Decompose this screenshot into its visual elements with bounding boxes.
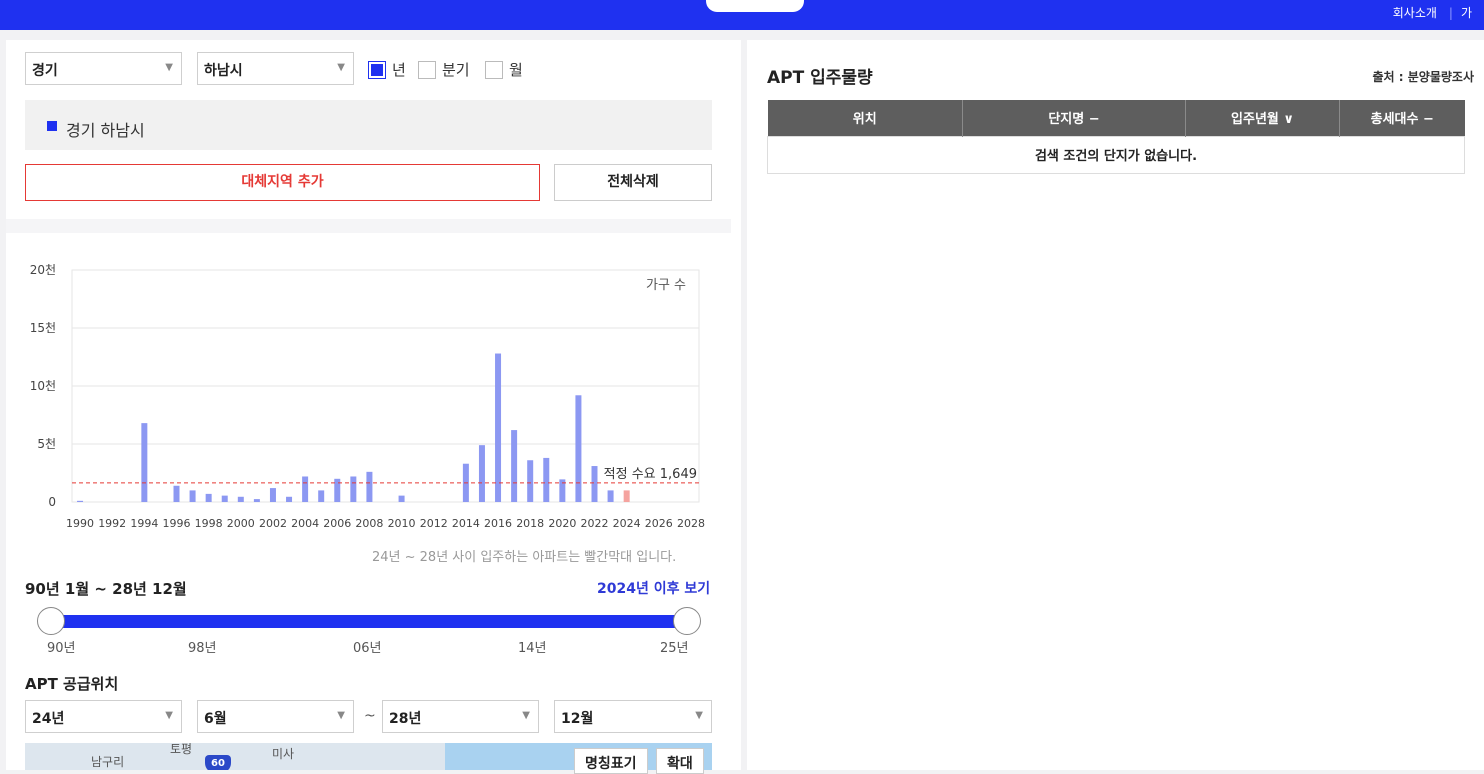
bar-1999	[221, 495, 228, 502]
to-year-value: 28년	[389, 711, 422, 727]
range-label: 90년 1월 ~ 28년 12월	[25, 580, 187, 598]
y-tick-label: 5천	[37, 436, 56, 451]
view-after-2024-link[interactable]: 2024년 이후 보기	[597, 578, 710, 598]
bar-2018	[527, 460, 534, 502]
slider-tick-label: 14년	[518, 641, 547, 656]
x-tick-label: 2020	[548, 517, 576, 530]
x-tick-label: 1996	[163, 517, 191, 530]
x-tick-label: 2028	[677, 517, 705, 530]
x-tick-label: 2014	[452, 517, 480, 530]
bar-1990	[77, 500, 84, 502]
slider-tick-label: 98년	[188, 641, 217, 656]
y-tick-label: 20천	[30, 262, 56, 277]
name-toggle-button[interactable]: 명칭표기	[574, 748, 648, 774]
range-separator: ~	[364, 708, 376, 724]
company-intro-link[interactable]: 회사소개	[1393, 6, 1437, 20]
from-year-value: 24년	[32, 711, 65, 727]
range-slider-start-handle[interactable]	[37, 607, 65, 635]
x-tick-label: 2026	[645, 517, 673, 530]
x-tick-label: 2022	[581, 517, 609, 530]
map-place-label: 미사	[272, 747, 295, 761]
bar-2024	[623, 490, 630, 502]
bar-1997	[189, 490, 196, 502]
bar-1996	[173, 485, 180, 502]
occupancy-table: 위치 단지명 − 입주년월 ∨ 총세대수 − 검색 조건의 단지가 없습니다.	[767, 100, 1465, 174]
range-slider-end-handle[interactable]	[673, 607, 701, 635]
chart-unit-label: 가구 수	[646, 278, 686, 293]
chart-note: 24년 ~ 28년 사이 입주하는 아파트는 빨간막대 입니다.	[372, 550, 677, 565]
bar-2007	[350, 476, 357, 502]
column-header-location[interactable]: 위치	[767, 100, 963, 136]
bar-2022	[591, 466, 598, 502]
from-year-select[interactable]: 24년 ▼	[25, 700, 182, 733]
x-tick-label: 2008	[355, 517, 383, 530]
bar-2006	[334, 478, 341, 502]
reference-line-label: 적정 수요 1,649	[604, 467, 697, 482]
x-tick-label: 2012	[420, 517, 448, 530]
x-tick-label: 2018	[516, 517, 544, 530]
header-link-2[interactable]: 가	[1461, 6, 1472, 20]
x-tick-label: 2002	[259, 517, 287, 530]
bar-2000	[237, 496, 244, 502]
map-place-label: 남구리	[91, 755, 125, 769]
right-panel: APT 입주물량 출처 : 분양물량조사 위치 단지명 − 입주년월 ∨ 총세대…	[747, 40, 1484, 770]
x-tick-label: 1998	[195, 517, 223, 530]
slider-tick-label: 06년	[353, 641, 382, 656]
bar-2015	[478, 445, 485, 502]
column-header-complex-name[interactable]: 단지명 −	[962, 100, 1186, 136]
x-tick-label: 1990	[66, 517, 94, 530]
y-tick-label: 0	[48, 495, 56, 509]
data-source-label: 출처 : 분양물량조사	[1372, 70, 1474, 84]
x-tick-label: 1994	[130, 517, 158, 530]
range-slider-track[interactable]	[50, 615, 688, 628]
chevron-down-icon: ▼	[695, 710, 703, 721]
x-tick-label: 2004	[291, 517, 319, 530]
bar-2001	[253, 499, 260, 502]
bar-2008	[366, 471, 373, 502]
x-tick-label: 2024	[613, 517, 641, 530]
chevron-down-icon: ▼	[522, 710, 530, 721]
occupancy-title: APT 입주물량	[767, 68, 873, 88]
from-month-value: 6월	[204, 711, 227, 727]
bar-2016	[495, 353, 502, 502]
bar-2005	[318, 490, 325, 502]
chevron-down-icon: ▼	[337, 710, 345, 721]
bar-2010	[398, 495, 405, 502]
slider-tick-label: 25년	[660, 641, 689, 656]
map-place-label: 토평	[170, 743, 193, 756]
slider-tick-label: 90년	[47, 641, 76, 656]
x-tick-label: 1992	[98, 517, 126, 530]
highway-shield-icon: 60	[205, 755, 231, 770]
empty-table-message: 검색 조건의 단지가 없습니다.	[767, 135, 1465, 174]
y-tick-label: 10천	[30, 378, 56, 393]
map-zoom-button[interactable]: 확대	[656, 748, 704, 774]
from-month-select[interactable]: 6월 ▼	[197, 700, 354, 733]
to-year-select[interactable]: 28년 ▼	[382, 700, 539, 733]
to-month-value: 12월	[561, 711, 594, 727]
occupancy-bar-chart: 적정 수요 1,649 20천 15천 10천 5천 0 1990 1992 1994 199…	[30, 262, 705, 530]
x-tick-label: 2016	[484, 517, 512, 530]
column-header-move-in-date[interactable]: 입주년월 ∨	[1185, 100, 1340, 136]
bar-2019	[543, 457, 550, 502]
bar-1994	[141, 423, 148, 502]
bar-2003	[286, 496, 293, 502]
x-tick-label: 2000	[227, 517, 255, 530]
bar-2002	[269, 488, 276, 502]
bar-2017	[511, 430, 518, 502]
bar-2021	[575, 395, 582, 502]
to-month-select[interactable]: 12월 ▼	[554, 700, 712, 733]
chevron-down-icon: ▼	[165, 710, 173, 721]
table-row: 검색 조건의 단지가 없습니다.	[767, 135, 1465, 174]
x-tick-label: 2010	[388, 517, 416, 530]
bar-1998	[205, 493, 212, 502]
y-tick-label: 15천	[30, 320, 56, 335]
bar-2004	[302, 476, 309, 502]
bar-2023	[607, 490, 614, 502]
column-header-total-units[interactable]: 총세대수 −	[1339, 100, 1465, 136]
x-tick-label: 2006	[323, 517, 351, 530]
table-header-row: 위치 단지명 − 입주년월 ∨ 총세대수 −	[767, 100, 1465, 136]
header-links: 회사소개 | 가	[1392, 6, 1472, 20]
supply-location-title: APT 공급위치	[25, 675, 119, 693]
